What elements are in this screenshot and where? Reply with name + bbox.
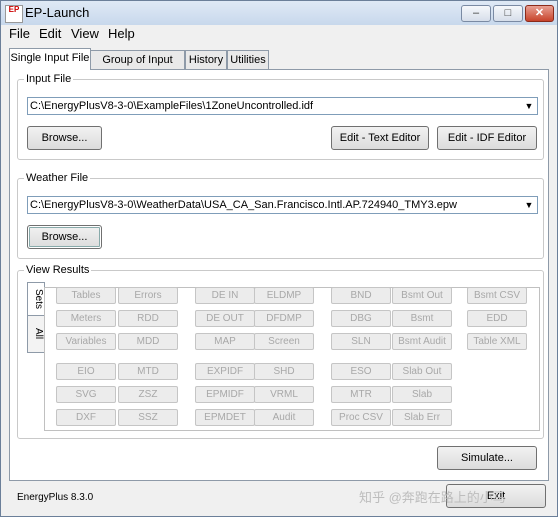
menu-help[interactable]: Help: [108, 26, 135, 41]
app-icon: EP: [5, 5, 23, 23]
window-title: EP-Launch: [25, 5, 90, 20]
chevron-down-icon[interactable]: ▼: [521, 197, 537, 213]
result-button-epmidf[interactable]: EPMIDF: [195, 386, 255, 403]
result-button-proc-csv[interactable]: Proc CSV: [331, 409, 391, 426]
result-button-eldmp[interactable]: ELDMP: [254, 287, 314, 304]
input-file-path: C:\EnergyPlusV8-3-0\ExampleFiles\1ZoneUn…: [30, 100, 314, 112]
result-button-svg[interactable]: SVG: [56, 386, 116, 403]
edit-text-editor-button[interactable]: Edit - Text Editor: [331, 126, 429, 150]
result-button-eio[interactable]: EIO: [56, 363, 116, 380]
result-button-ssz[interactable]: SSZ: [118, 409, 178, 426]
result-button-zsz[interactable]: ZSZ: [118, 386, 178, 403]
result-button-rdd[interactable]: RDD: [118, 310, 178, 327]
result-button-slab-err[interactable]: Slab Err: [392, 409, 452, 426]
menu-file[interactable]: File: [9, 26, 30, 41]
chevron-down-icon[interactable]: ▼: [521, 98, 537, 114]
result-button-dbg[interactable]: DBG: [331, 310, 391, 327]
result-button-meters[interactable]: Meters: [56, 310, 116, 327]
tab-sets[interactable]: Sets: [27, 282, 45, 316]
tab-group-of-input-files[interactable]: Group of Input Files: [90, 50, 185, 84]
close-button[interactable]: ✕: [525, 5, 554, 22]
result-button-vrml[interactable]: VRML: [254, 386, 314, 403]
result-button-sln[interactable]: SLN: [331, 333, 391, 350]
result-button-bnd[interactable]: BND: [331, 287, 391, 304]
tab-history[interactable]: History: [185, 50, 227, 69]
result-button-table-xml[interactable]: Table XML: [467, 333, 527, 350]
result-button-errors[interactable]: Errors: [118, 287, 178, 304]
status-text: EnergyPlus 8.3.0: [17, 492, 94, 503]
result-button-edd[interactable]: EDD: [467, 310, 527, 327]
input-browse-button[interactable]: Browse...: [27, 126, 102, 150]
input-file-legend: Input File: [26, 73, 72, 85]
maximize-button[interactable]: □: [493, 5, 523, 22]
tab-all[interactable]: All: [27, 315, 45, 353]
result-button-de-out[interactable]: DE OUT: [195, 310, 255, 327]
result-button-slab-out[interactable]: Slab Out: [392, 363, 452, 380]
result-button-expidf[interactable]: EXPIDF: [195, 363, 255, 380]
weather-file-combo[interactable]: C:\EnergyPlusV8-3-0\WeatherData\USA_CA_S…: [27, 196, 538, 214]
ep-launch-window: EP EP-Launch – □ ✕ File Edit View Help S…: [0, 0, 558, 517]
result-button-bsmt-out[interactable]: Bsmt Out: [392, 287, 452, 304]
tab-single-input-file[interactable]: Single Input File: [9, 48, 91, 70]
result-button-dxf[interactable]: DXF: [56, 409, 116, 426]
result-button-eso[interactable]: ESO: [331, 363, 391, 380]
title-bar: EP EP-Launch – □ ✕: [1, 1, 557, 26]
minimize-button[interactable]: –: [461, 5, 491, 22]
simulate-button[interactable]: Simulate...: [437, 446, 537, 470]
result-button-mtr[interactable]: MTR: [331, 386, 391, 403]
result-button-slab[interactable]: Slab: [392, 386, 452, 403]
result-button-epmdet[interactable]: EPMDET: [195, 409, 255, 426]
result-button-map[interactable]: MAP: [195, 333, 255, 350]
weather-file-legend: Weather File: [26, 172, 89, 184]
edit-idf-editor-button[interactable]: Edit - IDF Editor: [437, 126, 537, 150]
weather-browse-button[interactable]: Browse...: [27, 225, 102, 249]
result-button-mtd[interactable]: MTD: [118, 363, 178, 380]
result-button-tables[interactable]: Tables: [56, 287, 116, 304]
result-button-bsmt[interactable]: Bsmt: [392, 310, 452, 327]
watermark-text: 知乎 @奔跑在路上的小马: [359, 490, 506, 505]
result-button-bsmt-audit[interactable]: Bsmt Audit: [392, 333, 452, 350]
tab-utilities[interactable]: Utilities: [227, 50, 269, 69]
weather-file-path: C:\EnergyPlusV8-3-0\WeatherData\USA_CA_S…: [30, 199, 457, 211]
result-button-de-in[interactable]: DE IN: [195, 287, 255, 304]
result-button-mdd[interactable]: MDD: [118, 333, 178, 350]
view-results-legend: View Results: [26, 264, 90, 276]
result-button-variables[interactable]: Variables: [56, 333, 116, 350]
result-button-screen[interactable]: Screen: [254, 333, 314, 350]
menu-view[interactable]: View: [71, 26, 99, 41]
result-button-shd[interactable]: SHD: [254, 363, 314, 380]
result-button-dfdmp[interactable]: DFDMP: [254, 310, 314, 327]
result-button-audit[interactable]: Audit: [254, 409, 314, 426]
input-file-combo[interactable]: C:\EnergyPlusV8-3-0\ExampleFiles\1ZoneUn…: [27, 97, 538, 115]
result-button-bsmt-csv[interactable]: Bsmt CSV: [467, 287, 527, 304]
menu-bar: File Edit View Help: [1, 25, 557, 43]
menu-edit[interactable]: Edit: [39, 26, 61, 41]
